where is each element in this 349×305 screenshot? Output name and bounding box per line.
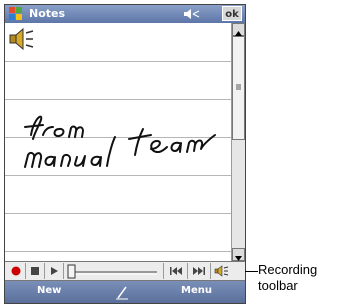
- ruled-line: [5, 213, 231, 214]
- volume-icon[interactable]: [183, 8, 201, 20]
- handwritten-note: [24, 115, 216, 168]
- app-title: Notes: [29, 7, 66, 20]
- speaker-toggle-icon[interactable]: [213, 264, 233, 278]
- vertical-scrollbar[interactable]: [231, 23, 245, 261]
- scroll-down-button[interactable]: [232, 248, 245, 261]
- fast-forward-icon[interactable]: [190, 264, 208, 278]
- callout-line-2: toolbar: [258, 278, 298, 293]
- play-icon[interactable]: [47, 264, 61, 278]
- record-icon[interactable]: [9, 264, 23, 278]
- toolbar-divider: [44, 263, 45, 279]
- scroll-up-button[interactable]: [232, 23, 245, 36]
- ruled-line: [5, 251, 231, 252]
- stop-icon[interactable]: [28, 264, 42, 278]
- volume-slider[interactable]: [67, 264, 159, 279]
- toolbar-divider: [163, 263, 164, 279]
- toolbar-divider: [25, 263, 26, 279]
- toolbar-divider: [210, 263, 211, 279]
- new-button[interactable]: New: [37, 285, 61, 296]
- speaker-icon[interactable]: [9, 27, 35, 51]
- ok-button[interactable]: ok: [222, 6, 242, 21]
- ruled-line: [5, 61, 231, 62]
- menu-bar: New Menu: [5, 281, 245, 303]
- callout-leader-line: [245, 271, 258, 272]
- title-bar: Notes ok: [5, 5, 245, 23]
- ruled-line: [5, 99, 231, 100]
- toolbar-divider: [187, 263, 188, 279]
- menu-button[interactable]: Menu: [181, 285, 212, 296]
- grip-icon: [236, 84, 241, 90]
- scroll-thumb[interactable]: [232, 36, 245, 140]
- recording-toolbar: [5, 261, 245, 281]
- pocket-pc-screen: Notes ok New Menu: [4, 4, 246, 304]
- callout-line-1: Recording: [258, 262, 318, 277]
- toolbar-divider: [63, 263, 64, 279]
- callout-label: Recording toolbar: [258, 262, 348, 294]
- pen-icon[interactable]: [115, 284, 129, 300]
- rewind-icon[interactable]: [167, 264, 185, 278]
- windows-start-icon[interactable]: [8, 6, 24, 22]
- note-canvas[interactable]: [5, 23, 231, 261]
